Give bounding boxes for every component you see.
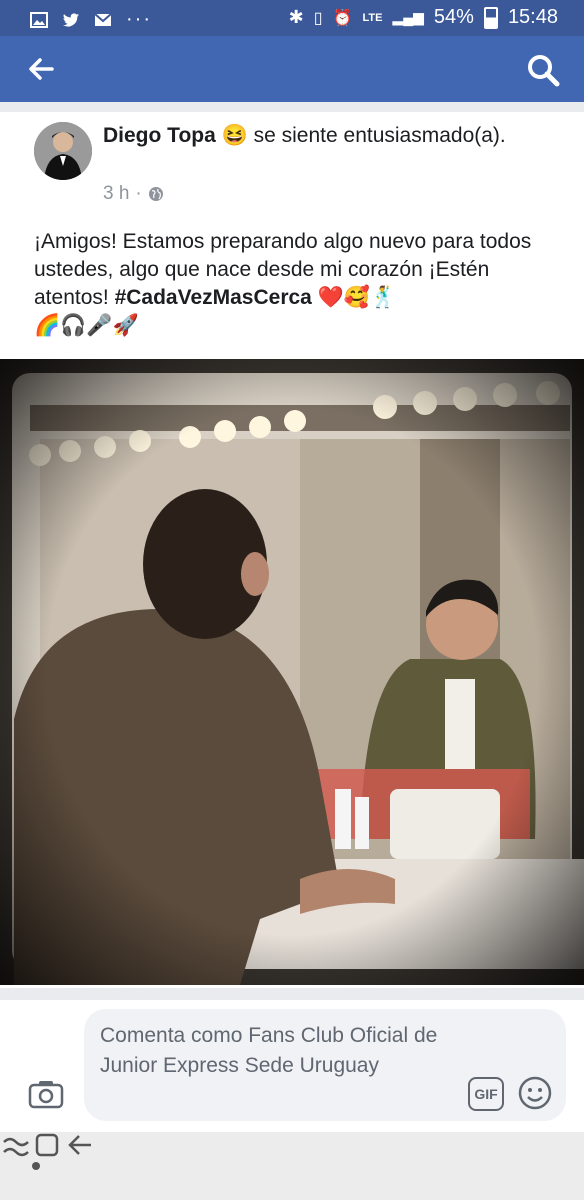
battery-percent: 54% — [433, 6, 474, 28]
avatar-image — [34, 122, 92, 180]
clock: 15:48 — [507, 6, 558, 28]
photo-image — [0, 359, 584, 985]
system-nav-bar — [0, 1132, 584, 1200]
post-photo[interactable] — [0, 359, 584, 985]
comment-input[interactable]: Comenta como Fans Club Oficial de Junior… — [84, 1009, 566, 1121]
post-emojis: ❤️🥰🕺 — [311, 286, 397, 309]
bluetooth-icon: ✱ — [288, 7, 304, 27]
mail-icon — [94, 12, 112, 26]
twitter-icon — [63, 12, 79, 26]
alarm-icon: ⏰ — [332, 9, 353, 27]
back-arrow-icon[interactable] — [26, 54, 56, 84]
post-card: Diego Topa 😆 se siente entusiasmado(a). … — [0, 112, 584, 988]
gif-button[interactable]: GIF — [468, 1077, 504, 1111]
author-name[interactable]: Diego Topa — [103, 124, 216, 147]
status-bar: ··· ✱ ▯ ⏰ LTE ▂▄▆ 54% 15:48 — [0, 0, 584, 36]
post-header: Diego Topa 😆 se siente entusiasmado(a). — [103, 122, 543, 149]
camera-icon[interactable] — [28, 1078, 64, 1110]
post-time[interactable]: 3 h — [103, 183, 129, 205]
signal-icon: ▂▄▆ — [392, 9, 424, 25]
back-icon[interactable] — [65, 1132, 95, 1158]
emoji-icon[interactable] — [518, 1076, 552, 1110]
gallery-icon — [30, 11, 48, 28]
recent-apps-icon[interactable] — [0, 1134, 30, 1158]
home-icon[interactable] — [34, 1132, 60, 1158]
battery-icon — [483, 6, 498, 29]
author-avatar[interactable] — [34, 122, 92, 180]
dot-icon[interactable] — [32, 1162, 40, 1170]
network-type: LTE — [362, 11, 383, 24]
vibrate-icon: ▯ — [313, 9, 323, 27]
feeling-text: se siente entusiasmado(a). — [253, 124, 506, 147]
post-meta: 3 h · — [103, 183, 164, 205]
meta-separator: · — [135, 183, 142, 204]
post-text: ¡Amigos! Estamos preparando algo nuevo p… — [34, 228, 554, 340]
comment-placeholder: Comenta como Fans Club Oficial de Junior… — [100, 1024, 438, 1077]
hashtag-link[interactable]: #CadaVezMasCerca — [115, 286, 312, 309]
feeling-emoji: 😆 — [221, 124, 248, 147]
comment-bar: Comenta como Fans Club Oficial de Junior… — [0, 1000, 584, 1132]
post-emojis-line2: 🌈🎧🎤🚀 — [34, 314, 139, 337]
app-header — [0, 36, 584, 102]
globe-icon — [148, 187, 163, 201]
more-notifications-icon: ··· — [126, 8, 152, 30]
search-icon[interactable] — [526, 53, 560, 87]
